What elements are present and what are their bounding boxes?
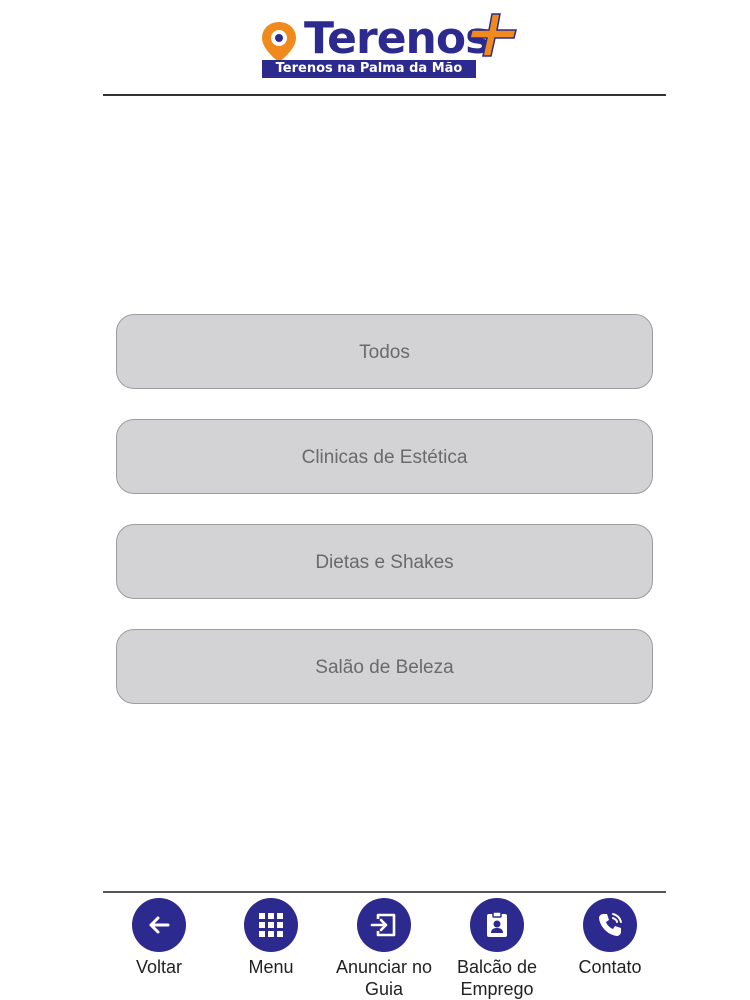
nav-menu-label: Menu <box>248 957 294 977</box>
header-divider <box>103 94 666 96</box>
badge-icon <box>487 911 507 937</box>
category-button-dietas-e-shakes[interactable]: Dietas e Shakes <box>116 524 653 599</box>
header: Terenos Terenos na Palma da Mão <box>0 0 750 96</box>
nav-voltar-button[interactable]: Voltar <box>101 898 217 978</box>
nav-balcao-label-line1: Balcão de <box>456 957 538 977</box>
nav-menu-circle <box>244 898 298 952</box>
arrow-left-icon <box>149 916 170 934</box>
footer-divider <box>103 891 666 893</box>
nav-anunciar-label-line1: Anunciar no <box>335 957 433 977</box>
nav-anunciar-circle <box>357 898 411 952</box>
category-button-todos[interactable]: Todos <box>116 314 653 389</box>
nav-balcao-label-line2: Emprego <box>460 979 534 999</box>
app-screen: Terenos Terenos na Palma da Mão Todos Cl… <box>0 0 750 1000</box>
bottom-nav: Voltar Menu Anunciar no Guia Balcão de E… <box>100 898 680 1000</box>
category-list: Todos Clinicas de Estética Dietas e Shak… <box>116 314 653 734</box>
location-pin-icon <box>262 22 296 62</box>
nav-contato-circle <box>583 898 637 952</box>
exit-to-app-icon <box>370 913 396 937</box>
nav-menu-button[interactable]: Menu <box>213 898 329 978</box>
nav-balcao-label: Balcão de Emprego <box>439 956 555 1000</box>
category-button-salao-de-beleza[interactable]: Salão de Beleza <box>116 629 653 704</box>
nav-anunciar-label-line2: Guia <box>364 979 404 999</box>
plus-icon <box>470 13 517 57</box>
nav-voltar-circle <box>132 898 186 952</box>
logo-tagline: Terenos na Palma da Mão <box>262 60 476 78</box>
grid-icon <box>259 913 283 937</box>
nav-balcao-circle <box>470 898 524 952</box>
nav-contato-label: Contato <box>578 957 642 977</box>
nav-balcao-de-emprego-button[interactable]: Balcão de Emprego <box>439 898 555 1000</box>
nav-contato-button[interactable]: Contato <box>552 898 668 978</box>
logo-wordmark: Terenos <box>304 13 491 64</box>
app-logo: Terenos Terenos na Palma da Mão <box>258 10 520 80</box>
nav-anunciar-no-guia-button[interactable]: Anunciar no Guia <box>326 898 442 1000</box>
phone-icon <box>599 913 622 936</box>
category-button-clinicas-de-estetica[interactable]: Clinicas de Estética <box>116 419 653 494</box>
nav-anunciar-label: Anunciar no Guia <box>326 956 442 1000</box>
nav-voltar-label: Voltar <box>135 957 183 977</box>
